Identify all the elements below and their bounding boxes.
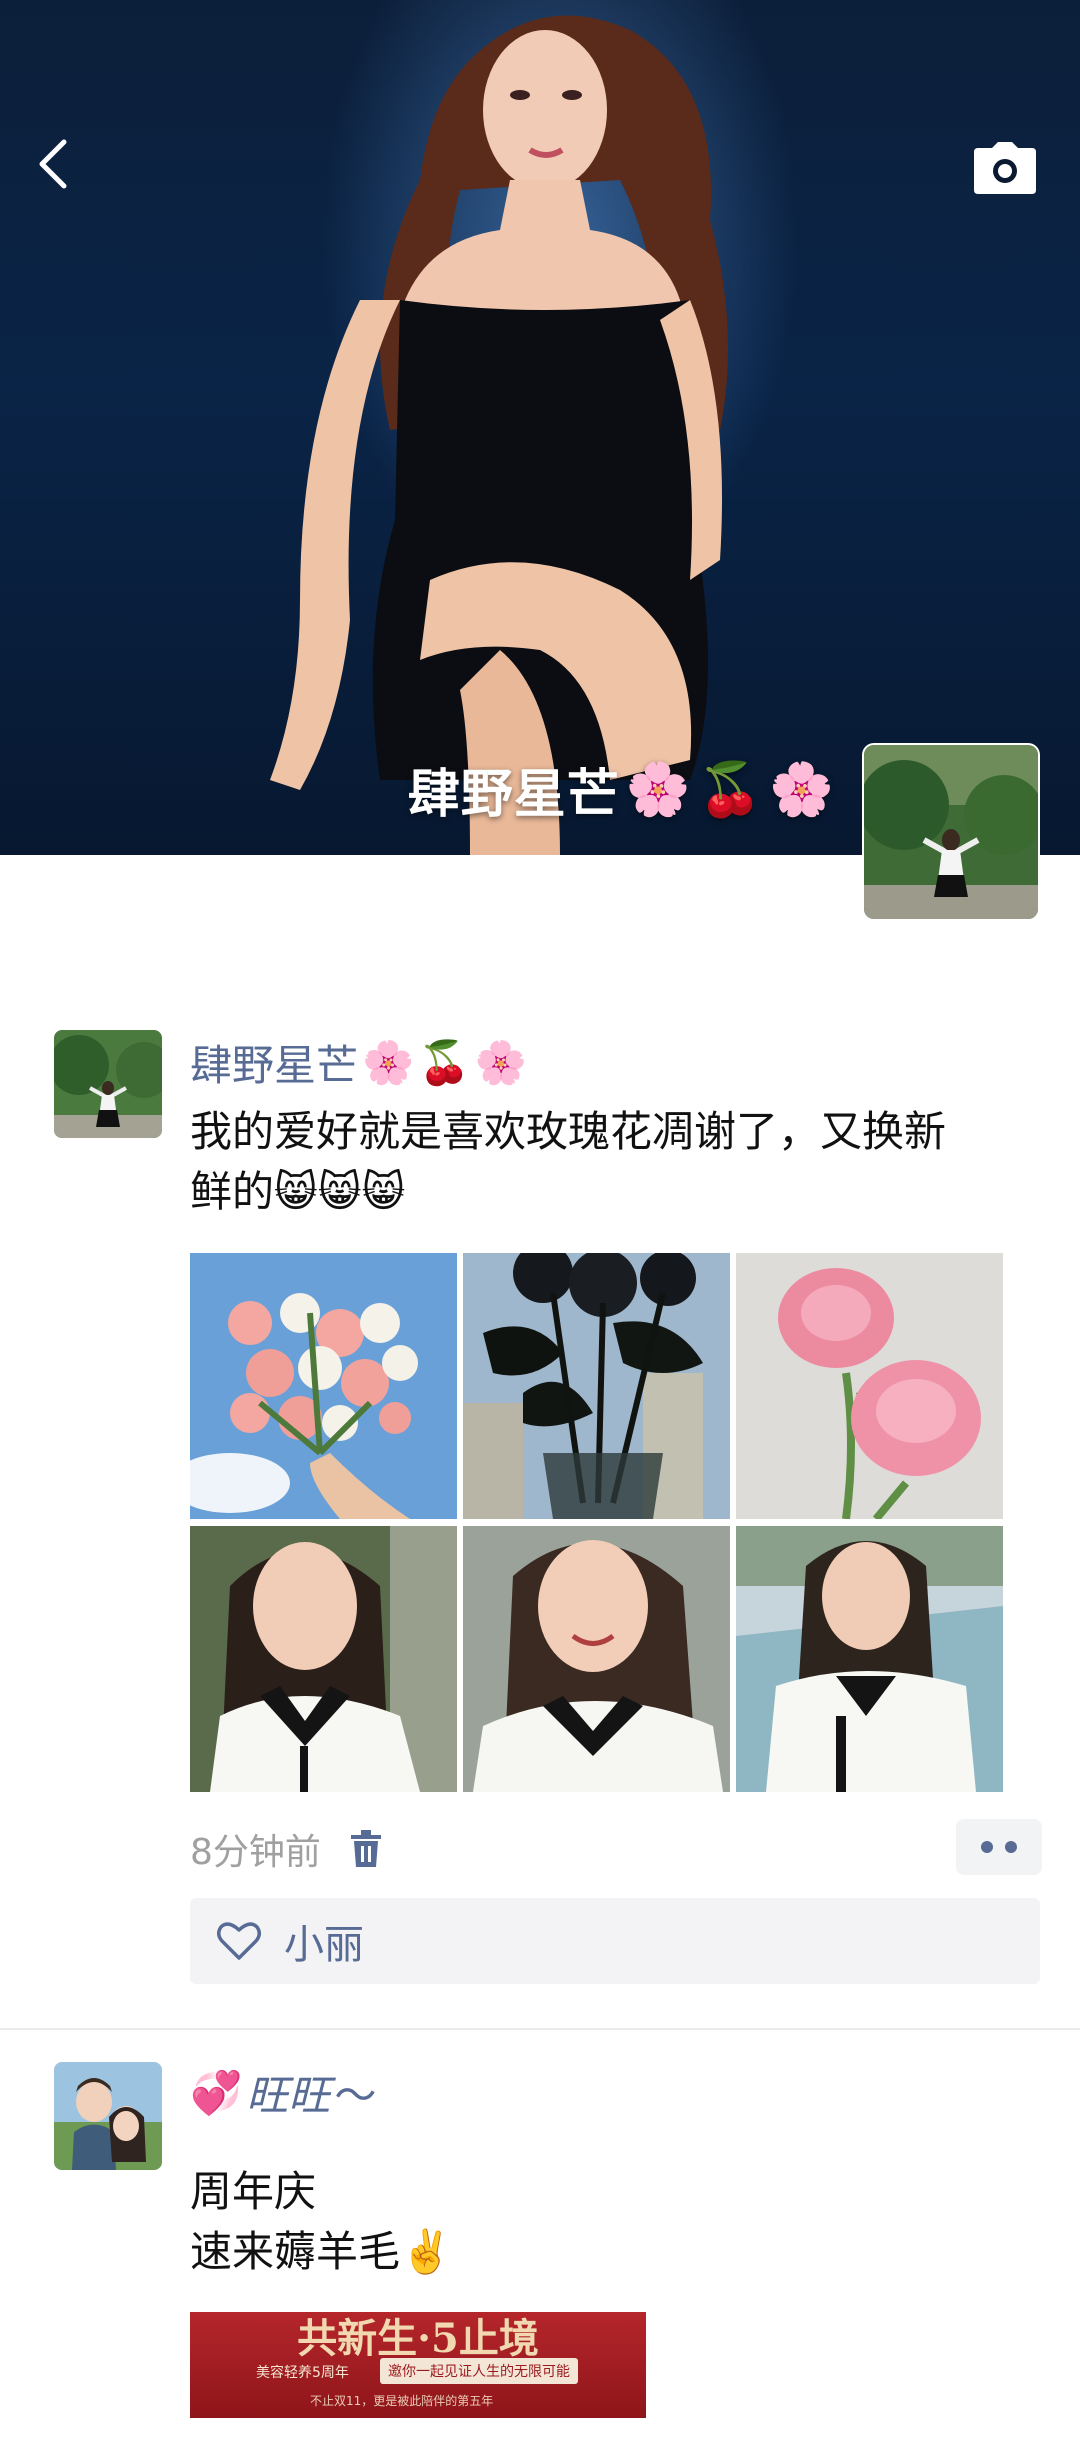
post-time: 8分钟前	[190, 1832, 321, 1873]
post-author-name[interactable]: 肆野星芒 🌸 🍒 🌸	[190, 1032, 527, 1093]
post-text-line: 我的爱好就是喜欢玫瑰花凋谢了，又换新	[190, 1107, 947, 1156]
promo-caption: 不止双11，更是被此陪伴的第五年	[310, 2394, 494, 2408]
photo-thumbnail[interactable]	[463, 1526, 730, 1792]
nickname-emoji: 🌸	[474, 1037, 527, 1087]
more-icon-dot	[1005, 1841, 1017, 1853]
cover-photo[interactable]	[0, 0, 1080, 855]
avatar-image	[54, 1030, 162, 1138]
photo-thumbnail[interactable]	[736, 1253, 1003, 1519]
nickname-emoji: 🌸	[362, 1037, 415, 1087]
post-author-name[interactable]: 💞 旺旺 〜	[190, 2062, 376, 2123]
photo-image	[736, 1253, 1003, 1519]
post-text-line: 周年庆	[190, 2167, 317, 2216]
likes-panel: 小丽	[190, 1898, 1040, 1984]
photo-image	[463, 1526, 730, 1792]
text-emoji: 😸	[317, 1167, 362, 1216]
post-text: 周年庆 速来薅羊毛✌️	[190, 2162, 1030, 2282]
promo-title: 共新生·5止境	[297, 2315, 539, 2362]
photo-grid	[190, 1253, 1010, 1795]
nickname-emoji: 🍒	[418, 1037, 471, 1087]
back-icon[interactable]	[28, 132, 78, 196]
photo-thumbnail[interactable]	[463, 1253, 730, 1519]
photo-image	[190, 1253, 457, 1519]
avatar-image	[54, 2062, 162, 2170]
nickname-decoration: 〜	[334, 2071, 377, 2120]
avatar-image	[864, 745, 1038, 919]
text-emoji: ✌️	[400, 2227, 453, 2276]
post-author-avatar[interactable]	[54, 1030, 162, 1138]
post-text-line-2: 鲜的	[190, 1167, 275, 1216]
nickname-text: 旺旺	[246, 2071, 331, 2120]
trash-icon[interactable]	[349, 1829, 383, 1869]
photo-thumbnail[interactable]	[190, 1253, 457, 1519]
post-divider	[0, 2028, 1080, 2030]
post-meta: 8分钟前	[190, 1823, 383, 1875]
cover-name-emoji: 🌸	[625, 760, 692, 820]
camera-icon[interactable]	[972, 140, 1038, 196]
heart-icon	[217, 1922, 261, 1960]
more-icon-dot	[981, 1841, 993, 1853]
cover-name-emoji: 🍒	[697, 760, 764, 820]
cover-username: 肆野星芒 🌸 🍒 🌸	[408, 752, 835, 827]
promo-image[interactable]: 共新生·5止境 美容轻养5周年 邀你一起见证人生的无限可能 不止双11，更是被此…	[190, 2312, 646, 2418]
post-text: 我的爱好就是喜欢玫瑰花凋谢了，又换新 鲜的😸😸😸	[190, 1102, 1030, 1222]
photo-image	[190, 1526, 457, 1792]
post-text-line-2: 速来薅羊毛	[190, 2227, 401, 2276]
profile-avatar[interactable]	[864, 745, 1038, 919]
nickname-text: 肆野星芒	[190, 1041, 359, 1090]
text-emoji: 😸	[361, 1167, 406, 1216]
heart-emoji-icon: 💞	[190, 2067, 243, 2117]
more-actions-button[interactable]	[956, 1819, 1042, 1875]
photo-thumbnail[interactable]	[190, 1526, 457, 1792]
photo-image	[463, 1253, 730, 1519]
promo-tagline: 邀你一起见证人生的无限可能	[380, 2358, 578, 2384]
photo-image	[736, 1526, 1003, 1792]
photo-thumbnail[interactable]	[736, 1526, 1003, 1792]
text-emoji: 😸	[274, 1167, 318, 1216]
post-text-line: 鲜的😸😸😸	[190, 1162, 1030, 1222]
cover-illustration	[270, 15, 728, 855]
promo-subtitle: 美容轻养5周年	[256, 2365, 349, 2381]
post-text-line: 速来薅羊毛✌️	[190, 2222, 1030, 2282]
post-author-avatar[interactable]	[54, 2062, 162, 2170]
cover-name-text: 肆野星芒	[407, 765, 620, 825]
cover-name-emoji: 🌸	[769, 760, 835, 820]
liker-name[interactable]: 小丽	[284, 1912, 364, 1970]
